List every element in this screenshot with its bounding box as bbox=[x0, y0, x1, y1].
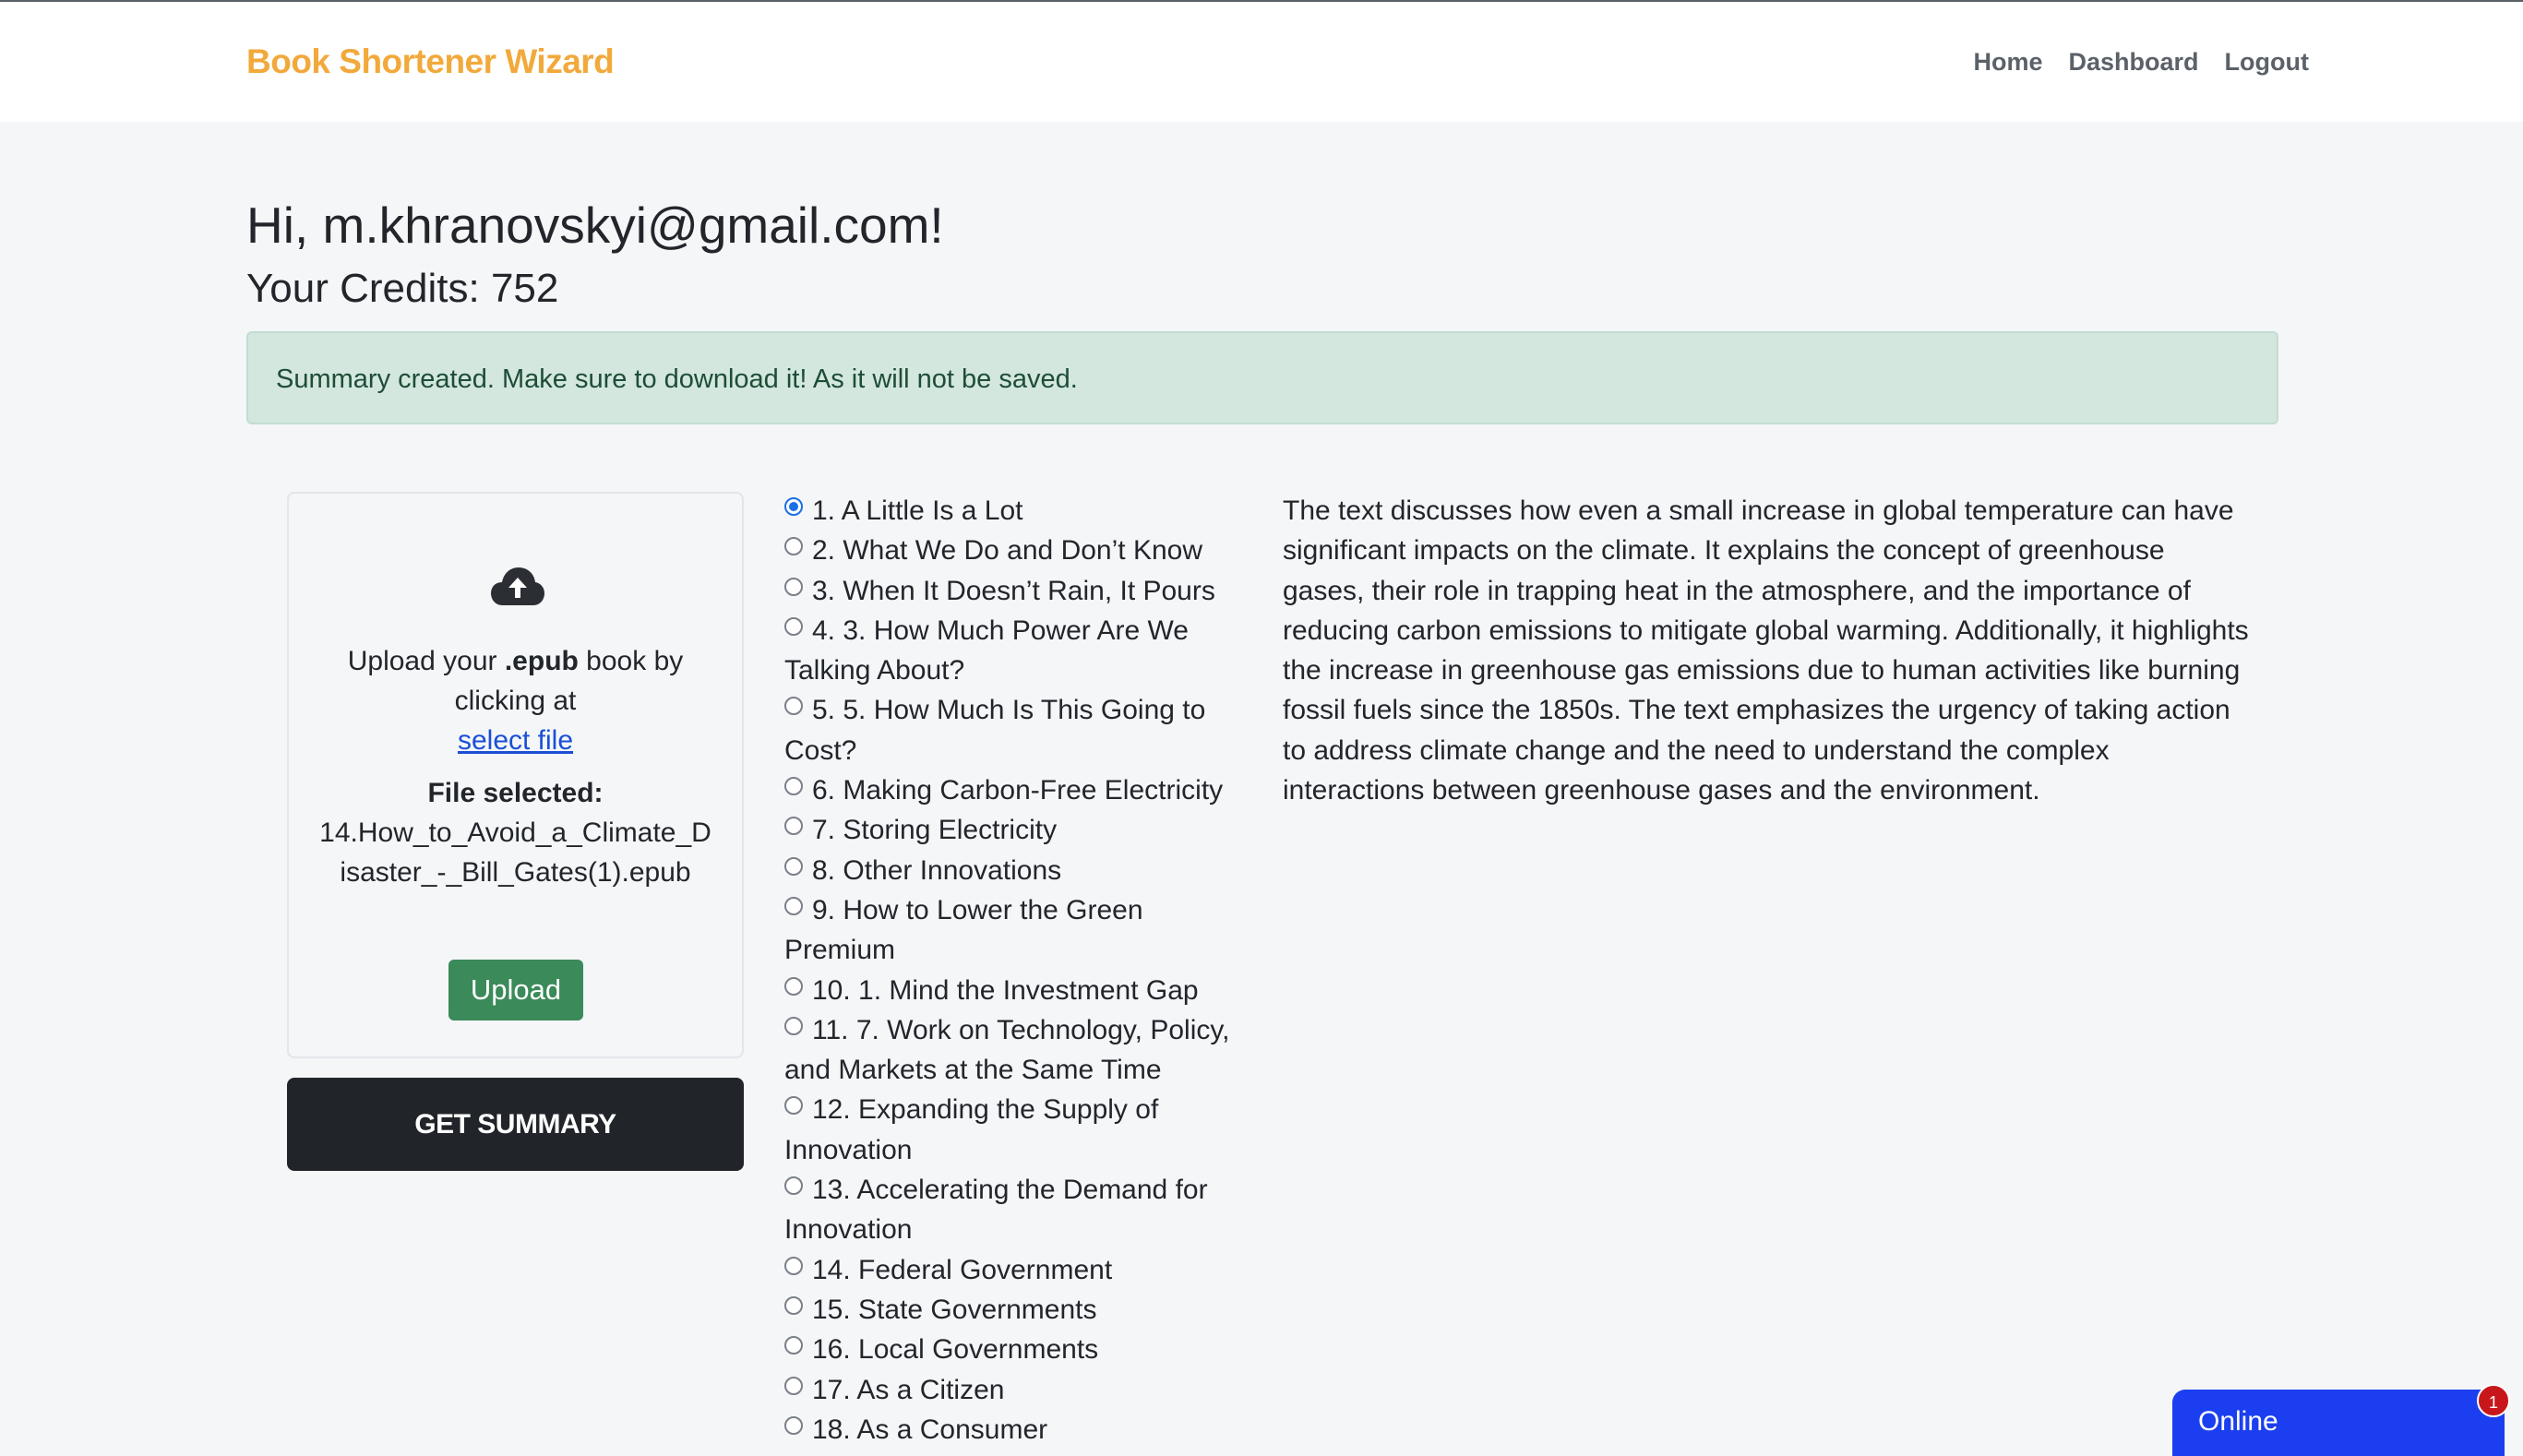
page-greeting: Hi, m.khranovskyi@gmail.com! bbox=[246, 197, 944, 254]
cloud-upload-icon bbox=[491, 567, 544, 605]
chapter-option[interactable]: 16. Local Governments bbox=[784, 1330, 1246, 1369]
chapter-radio[interactable] bbox=[784, 537, 803, 556]
chapter-radio[interactable] bbox=[784, 817, 803, 836]
get-summary-button[interactable]: GET SUMMARY bbox=[287, 1078, 744, 1171]
brand-logo[interactable]: Book Shortener Wizard bbox=[246, 42, 615, 81]
upload-dropzone[interactable]: Upload your .epub book by clicking at se… bbox=[287, 492, 744, 1058]
chapter-radio[interactable] bbox=[784, 1176, 803, 1196]
upload-file-extension: .epub bbox=[504, 646, 579, 676]
credits-count: Your Credits: 752 bbox=[246, 266, 559, 311]
nav-logout-link[interactable]: Logout bbox=[2225, 48, 2309, 77]
chapter-label: 11. 7. Work on Technology, Policy, and M… bbox=[784, 1014, 1230, 1086]
file-selected-info: File selected: 14.How_to_Avoid_a_Climate… bbox=[317, 773, 714, 892]
chapter-option[interactable]: 11. 7. Work on Technology, Policy, and M… bbox=[784, 1010, 1246, 1091]
chapter-radio[interactable] bbox=[784, 577, 803, 596]
chapter-option[interactable]: 10. 1. Mind the Investment Gap bbox=[784, 971, 1246, 1010]
upload-instructions: Upload your .epub book by clicking at se… bbox=[317, 641, 714, 760]
chapter-label: 13. Accelerating the Demand for Innovati… bbox=[784, 1175, 1208, 1246]
chapter-radio[interactable] bbox=[784, 1376, 803, 1395]
chapter-option[interactable]: 9. How to Lower the Green Premium bbox=[784, 890, 1246, 971]
notification-badge: 1 bbox=[2477, 1384, 2510, 1417]
chapter-radio[interactable] bbox=[784, 1256, 803, 1275]
chapter-radio[interactable] bbox=[784, 856, 803, 876]
navbar: Book Shortener Wizard Home Dashboard Log… bbox=[0, 2, 2523, 122]
chapter-option[interactable]: 18. As a Consumer bbox=[784, 1410, 1246, 1450]
chapter-option[interactable]: 15. State Governments bbox=[784, 1290, 1246, 1330]
chapter-radio[interactable] bbox=[784, 1016, 803, 1035]
upload-button[interactable]: Upload bbox=[448, 960, 583, 1020]
chapter-radio[interactable] bbox=[784, 1295, 803, 1315]
chapter-radio[interactable] bbox=[784, 697, 803, 716]
chapter-label: 17. As a Citizen bbox=[812, 1374, 1005, 1405]
chapter-radio[interactable] bbox=[784, 896, 803, 915]
nav-links: Home Dashboard Logout bbox=[1973, 48, 2309, 77]
chapter-option[interactable]: 7. Storing Electricity bbox=[784, 810, 1246, 850]
chat-widget[interactable]: Online 1 bbox=[2172, 1384, 2510, 1456]
upload-text-prefix: Upload your bbox=[347, 646, 505, 676]
chapter-label: 14. Federal Government bbox=[812, 1254, 1113, 1285]
chapter-option[interactable]: 3. When It Doesn’t Rain, It Pours bbox=[784, 571, 1246, 611]
chapter-label: 8. Other Innovations bbox=[812, 854, 1062, 886]
chapter-option[interactable]: 8. Other Innovations bbox=[784, 851, 1246, 890]
chapter-label: 3. When It Doesn’t Rain, It Pours bbox=[812, 575, 1215, 606]
chapter-option[interactable]: 6. Making Carbon-Free Electricity bbox=[784, 770, 1246, 810]
chapter-option[interactable]: 17. As a Citizen bbox=[784, 1370, 1246, 1410]
chapter-label: 15. State Governments bbox=[812, 1294, 1097, 1325]
chapter-label: 1. A Little Is a Lot bbox=[812, 495, 1023, 526]
chapter-radio[interactable] bbox=[784, 497, 803, 516]
chapter-label: 5. 5. How Much Is This Going to Cost? bbox=[784, 695, 1206, 766]
select-file-link[interactable]: select file bbox=[458, 725, 573, 756]
chapter-label: 2. What We Do and Don’t Know bbox=[812, 535, 1202, 567]
chapter-option[interactable]: 1. A Little Is a Lot bbox=[784, 491, 1246, 531]
chapter-option[interactable]: 13. Accelerating the Demand for Innovati… bbox=[784, 1170, 1246, 1250]
chat-widget-label: Online bbox=[2198, 1406, 2278, 1437]
chapter-label: 9. How to Lower the Green Premium bbox=[784, 894, 1143, 966]
nav-home-link[interactable]: Home bbox=[1973, 48, 2042, 77]
file-selected-label: File selected: bbox=[427, 778, 604, 808]
chapter-option[interactable]: 4. 3. How Much Power Are We Talking Abou… bbox=[784, 611, 1246, 691]
chapter-label: 6. Making Carbon-Free Electricity bbox=[812, 775, 1224, 806]
chapter-radio[interactable] bbox=[784, 976, 803, 996]
chapter-radio[interactable] bbox=[784, 1415, 803, 1435]
summary-text: The text discusses how even a small incr… bbox=[1283, 495, 2249, 806]
file-selected-name: 14.How_to_Avoid_a_Climate_Disaster_-_Bil… bbox=[319, 818, 711, 888]
chapter-radio[interactable] bbox=[784, 1336, 803, 1355]
chapter-radio-list: 1. A Little Is a Lot 2. What We Do and Do… bbox=[784, 491, 1246, 1450]
chapter-option[interactable]: 14. Federal Government bbox=[784, 1250, 1246, 1290]
chapter-label: 7. Storing Electricity bbox=[812, 815, 1058, 846]
chapter-radio[interactable] bbox=[784, 1096, 803, 1116]
chapter-option[interactable]: 5. 5. How Much Is This Going to Cost? bbox=[784, 690, 1246, 770]
chapter-radio[interactable] bbox=[784, 777, 803, 796]
chapter-option[interactable]: 2. What We Do and Don’t Know bbox=[784, 531, 1246, 570]
chapter-label: 4. 3. How Much Power Are We Talking Abou… bbox=[784, 615, 1189, 686]
chapter-label: 16. Local Governments bbox=[812, 1334, 1099, 1366]
success-alert: Summary created. Make sure to download i… bbox=[246, 331, 2278, 424]
chapter-label: 12. Expanding the Supply of Innovation bbox=[784, 1094, 1159, 1165]
chapter-label: 18. As a Consumer bbox=[812, 1414, 1048, 1445]
nav-dashboard-link[interactable]: Dashboard bbox=[2069, 48, 2199, 77]
chapter-option[interactable]: 12. Expanding the Supply of Innovation bbox=[784, 1090, 1246, 1170]
chapter-label: 10. 1. Mind the Investment Gap bbox=[812, 974, 1199, 1006]
chapter-radio[interactable] bbox=[784, 616, 803, 636]
